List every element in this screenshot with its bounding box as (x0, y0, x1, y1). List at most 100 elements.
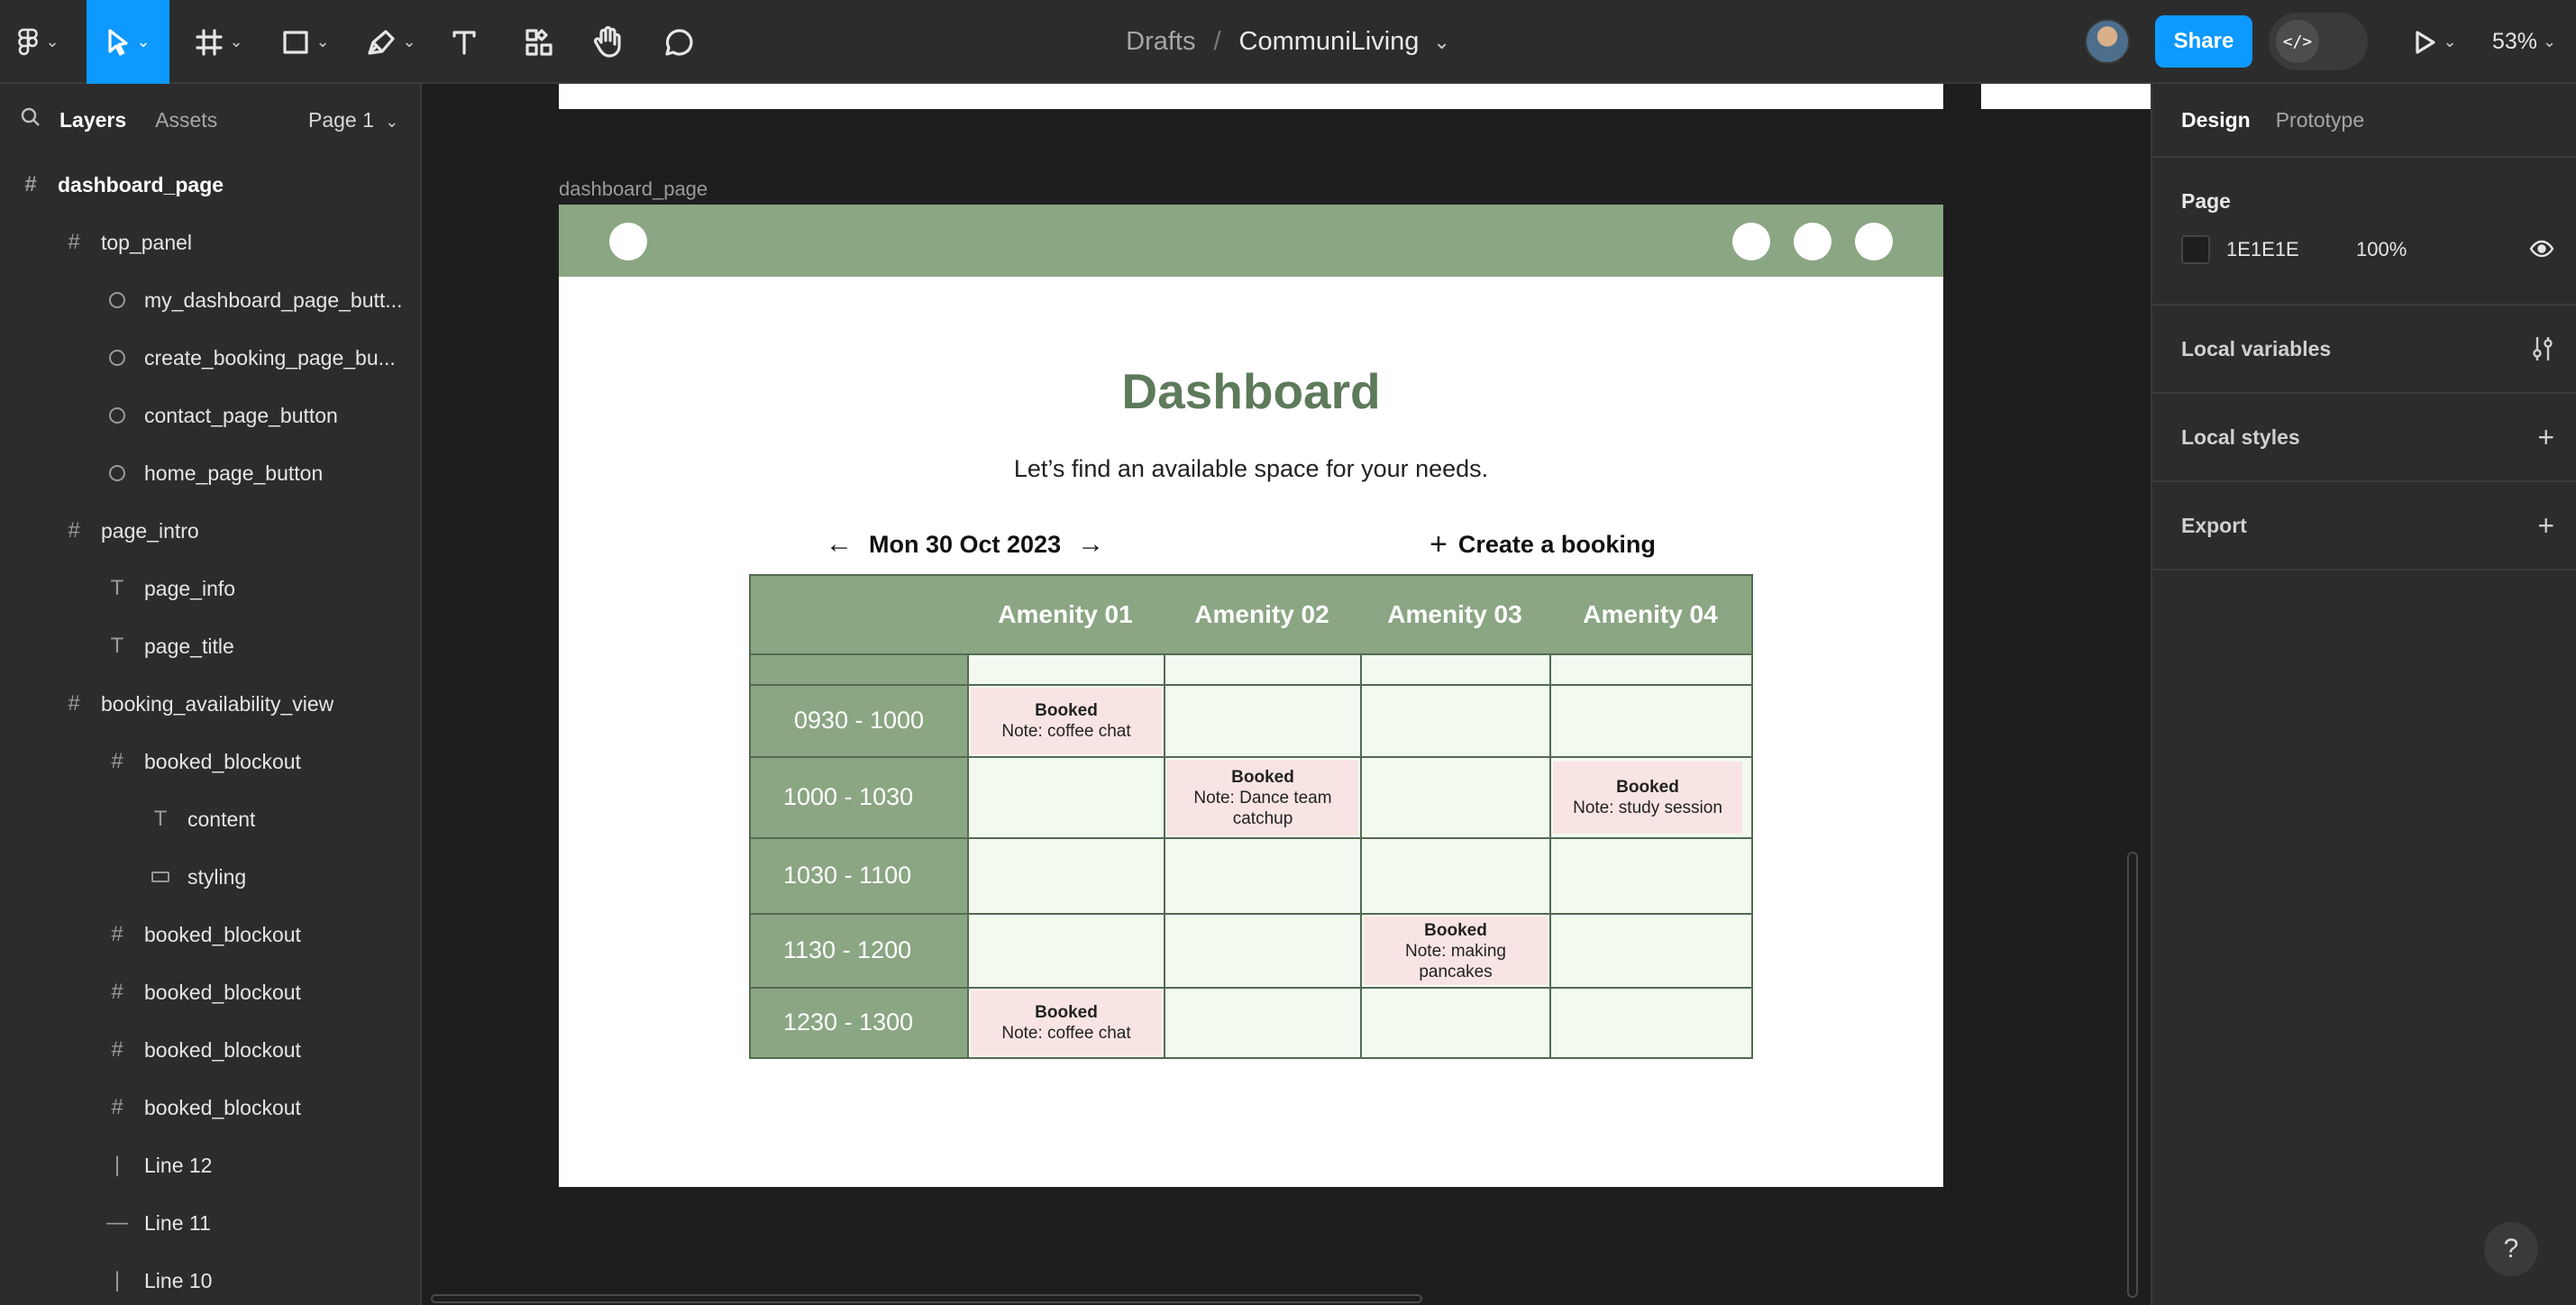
chevron-down-icon: ⌄ (315, 32, 330, 50)
tab-prototype[interactable]: Prototype (2276, 108, 2364, 132)
chevron-down-icon[interactable]: ⌄ (1433, 31, 1449, 54)
export-label: Export (2181, 513, 2247, 537)
layer-row[interactable]: # top_panel (0, 214, 420, 271)
main-menu-button[interactable]: ⌄ (11, 0, 65, 84)
frame-tool-button[interactable]: ⌄ (189, 0, 249, 84)
local-variables-section[interactable]: Local variables (2152, 306, 2576, 394)
breadcrumb-drafts[interactable]: Drafts (1126, 27, 1195, 57)
create-booking-page-button[interactable] (1794, 223, 1832, 260)
canvas[interactable]: dashboard_page Dashboard Let’s find an a… (422, 84, 2151, 1305)
layer-row[interactable]: styling (0, 848, 420, 906)
arrow-right-icon[interactable]: → (1077, 529, 1104, 560)
frame-label[interactable]: dashboard_page (559, 178, 708, 201)
comment-tool-button[interactable] (660, 0, 699, 84)
layer-name: dashboard_page (58, 172, 224, 196)
dev-mode-toggle[interactable]: </> (2269, 13, 2368, 70)
home-page-button[interactable] (609, 223, 647, 260)
layer-row[interactable]: | Line 12 (0, 1136, 420, 1194)
tab-assets[interactable]: Assets (155, 108, 217, 132)
properties-panel: Design Prototype Page 1E1E1E 100% Local … (2151, 84, 2576, 1305)
plus-icon[interactable]: + (2537, 394, 2554, 480)
booked-blockout[interactable]: Booked Note: coffee chat (971, 990, 1162, 1055)
top-panel (559, 205, 1943, 277)
layer-name: home_page_button (144, 461, 324, 485)
layer-row[interactable]: — Line 11 (0, 1194, 420, 1252)
layer-row[interactable]: # booked_blockout (0, 963, 420, 1021)
booked-blockout[interactable]: Booked Note: Dance team catchup (1167, 760, 1358, 835)
file-name[interactable]: CommuniLiving (1239, 27, 1420, 57)
time-slot-label: 0930 - 1000 (793, 706, 925, 734)
frame-icon: # (111, 1095, 123, 1119)
eye-icon[interactable] (2529, 236, 2554, 264)
layer-row[interactable]: Tpage_info (0, 560, 420, 617)
frame-above[interactable] (559, 84, 1943, 109)
share-button[interactable]: Share (2155, 15, 2252, 68)
layer-row[interactable]: contact_page_button (0, 387, 420, 444)
layer-row[interactable]: # booked_blockout (0, 1079, 420, 1136)
text-tool-button[interactable] (445, 0, 483, 84)
frame-tool-icon (196, 28, 224, 56)
layer-row[interactable]: create_booking_page_bu... (0, 329, 420, 387)
time-slot-label: 1000 - 1030 (783, 782, 914, 810)
move-tool-button[interactable]: ⌄ (87, 0, 169, 84)
layer-name: booked_blockout (144, 749, 301, 773)
dashboard-frame[interactable]: Dashboard Let’s find an available space … (559, 205, 1943, 1187)
column-header: Amenity 03 (1387, 600, 1522, 628)
export-section[interactable]: Export + (2152, 482, 2576, 570)
arrow-left-icon[interactable]: ← (826, 529, 853, 560)
color-swatch[interactable] (2181, 235, 2210, 264)
horizontal-scrollbar[interactable] (431, 1294, 1422, 1303)
frame-above-right[interactable] (1981, 84, 2151, 109)
layer-row[interactable]: Tcontent (0, 790, 420, 848)
layer-name: create_booking_page_bu... (144, 345, 396, 370)
hand-tool-button[interactable] (588, 0, 627, 84)
layer-row[interactable]: my_dashboard_page_butt... (0, 271, 420, 329)
left-panel-tabs: Layers Assets Page 1 ⌄ (0, 84, 420, 156)
layer-row[interactable]: # dashboard_page (0, 156, 420, 214)
layer-row[interactable]: # booked_blockout (0, 733, 420, 790)
right-panel-tabs: Design Prototype (2152, 84, 2576, 158)
avatar[interactable] (2085, 19, 2130, 64)
pen-tool-button[interactable]: ⌄ (361, 0, 422, 84)
booked-status: Booked (1424, 920, 1487, 940)
layer-row[interactable]: | Line 10 (0, 1252, 420, 1305)
zoom-dropdown[interactable]: 53% ⌄ (2492, 0, 2556, 84)
page-opacity-value[interactable]: 100% (2356, 238, 2407, 261)
vertical-scrollbar[interactable] (2127, 852, 2138, 1298)
page-title: Dashboard (1121, 363, 1381, 419)
booked-blockout[interactable]: Booked Note: coffee chat (971, 688, 1162, 754)
plus-icon[interactable]: + (2537, 482, 2554, 569)
tab-design[interactable]: Design (2181, 108, 2251, 132)
text-icon: T (110, 576, 124, 600)
grid-line (751, 653, 1751, 655)
layer-row[interactable]: # booked_blockout (0, 1021, 420, 1079)
booked-blockout[interactable]: Booked Note: making pancakes (1364, 917, 1548, 985)
present-button[interactable]: ⌄ (2403, 0, 2466, 84)
frame-icon: # (111, 749, 123, 773)
contact-page-button[interactable] (1732, 223, 1770, 260)
tab-layers[interactable]: Layers (59, 108, 126, 132)
column-header: Amenity 01 (998, 600, 1133, 628)
layer-name: Line 12 (144, 1153, 213, 1177)
layer-name: page_title (144, 634, 234, 658)
layer-name: Line 10 (144, 1268, 213, 1292)
layer-row[interactable]: Tpage_title (0, 617, 420, 675)
booked-blockout[interactable]: Booked Note: study session (1553, 762, 1742, 834)
shape-tool-button[interactable]: ⌄ (276, 0, 335, 84)
help-button[interactable]: ? (2484, 1222, 2538, 1276)
resources-button[interactable] (519, 0, 559, 84)
layer-row[interactable]: # booked_blockout (0, 906, 420, 963)
chevron-down-icon: ⌄ (45, 32, 59, 50)
layer-row[interactable]: # page_intro (0, 502, 420, 560)
layer-row[interactable]: # booking_availability_view (0, 675, 420, 733)
local-styles-section[interactable]: Local styles + (2152, 394, 2576, 482)
search-icon[interactable] (20, 106, 41, 133)
breadcrumb-separator: / (1213, 27, 1221, 56)
sliders-icon[interactable] (2531, 306, 2554, 392)
my-dashboard-page-button[interactable] (1855, 223, 1893, 260)
create-booking-button[interactable]: + Create a booking (1430, 527, 1656, 562)
layer-row[interactable]: home_page_button (0, 444, 420, 502)
page-color-value[interactable]: 1E1E1E (2226, 238, 2299, 261)
page-selector[interactable]: Page 1 ⌄ (308, 108, 398, 132)
components-icon (525, 28, 553, 56)
